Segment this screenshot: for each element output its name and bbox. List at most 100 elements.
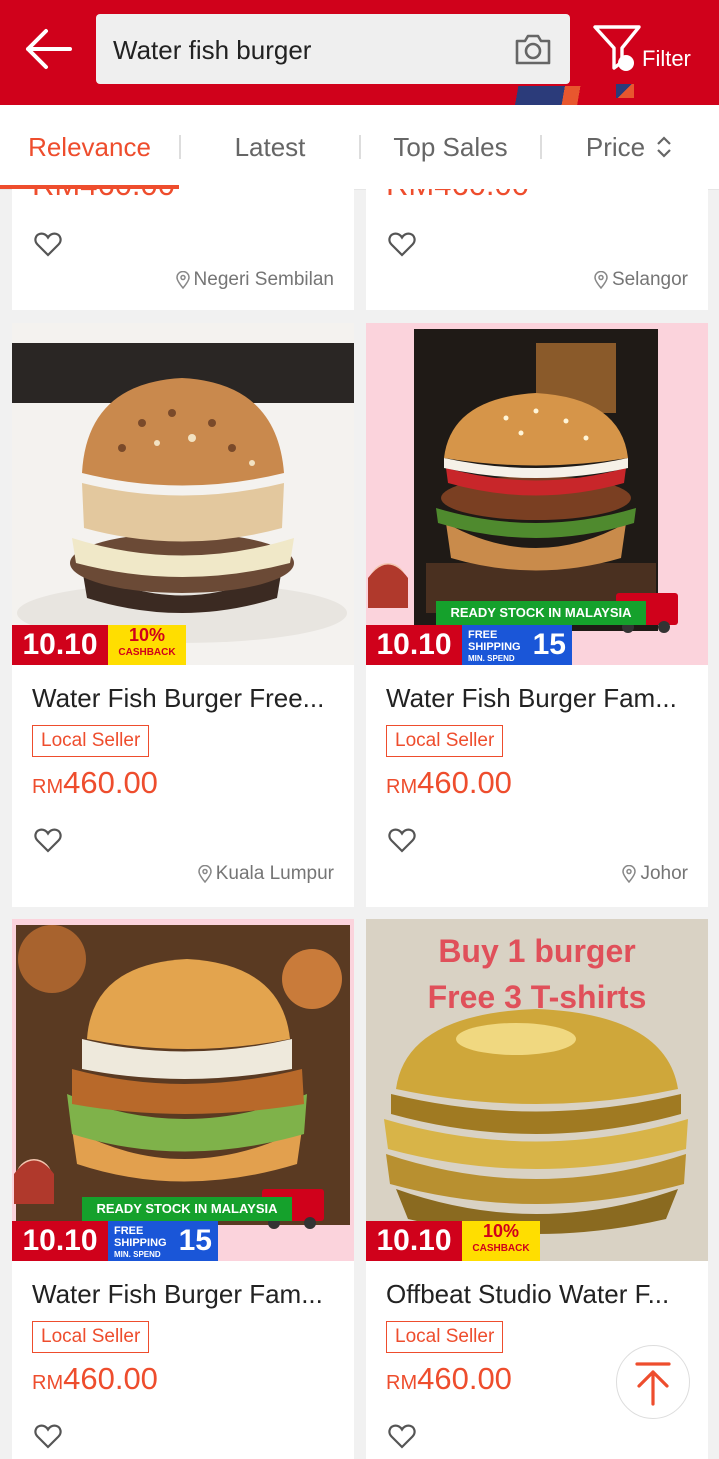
sort-chevron-icon [657, 136, 671, 158]
local-seller-badge: Local Seller [386, 725, 504, 757]
currency: RM [386, 776, 418, 798]
location-pin-icon [622, 865, 637, 883]
promo-1010-badge: 10.10 [12, 625, 108, 665]
arrow-up-to-top-icon [635, 1362, 671, 1406]
promo-1010-badge: 10.10 [12, 1221, 108, 1261]
tab-label: Latest [234, 131, 306, 162]
heart-outline-icon[interactable] [34, 231, 62, 257]
currency: RM [32, 1372, 64, 1394]
back-button[interactable] [22, 26, 74, 72]
tab-label: Price [585, 131, 646, 162]
product-price: RM460.00 [386, 1361, 512, 1397]
scroll-to-top-button[interactable] [616, 1345, 690, 1419]
product-card[interactable]: READY STOCK IN MALAYSIA 10.10 FREE SHIPP… [366, 323, 708, 907]
cashback-percent: 10% [482, 1221, 520, 1241]
product-title: Water Fish Burger Fam... [32, 1279, 323, 1309]
product-price: RM460.00 [386, 765, 512, 801]
heart-outline-icon[interactable] [388, 231, 416, 257]
image-headline-2: Free 3 T-shirts [427, 979, 647, 1015]
sort-bar: Relevance Latest Top Sales Price [0, 105, 719, 190]
location-pin-icon [175, 271, 190, 289]
shipping-text: SHIPPING [468, 641, 521, 653]
product-grid: RM460.00 Negeri Sembilan RM460.00 Selang… [0, 189, 719, 1459]
cashback-word: CASHBACK [118, 647, 176, 658]
tab-price[interactable]: Price [542, 105, 719, 189]
seller-location: Johor [622, 863, 688, 885]
tab-latest[interactable]: Latest [181, 105, 359, 189]
currency: RM [386, 1372, 418, 1394]
tab-relevance[interactable]: Relevance [0, 105, 179, 189]
min-spend-amount: 15 [532, 628, 566, 661]
product-card[interactable]: 10.10 10% CASHBACK Water Fish Burger Fre… [12, 323, 354, 907]
product-title: Water Fish Burger Free... [32, 683, 325, 713]
product-image: Buy 1 burger Free 3 T-shirts 10.10 10% C… [366, 919, 708, 1261]
camera-icon [515, 34, 551, 65]
seller-location: Selangor [594, 269, 688, 291]
cashback-percent: 10% [128, 625, 166, 645]
location-text: Johor [640, 863, 688, 884]
gold-burger-photo [366, 919, 708, 1261]
arrow-left-icon [26, 29, 72, 69]
price: RM460.00 [386, 189, 529, 203]
filter-label: Filter [642, 46, 691, 71]
tab-label: Top Sales [393, 131, 508, 162]
local-seller-badge: Local Seller [32, 725, 150, 757]
product-card[interactable]: RM460.00 Negeri Sembilan [12, 189, 354, 310]
promo-1010-badge: 10.10 [366, 625, 462, 665]
seller-location: Kuala Lumpur [197, 863, 334, 885]
promo-1010-badge: 10.10 [366, 1221, 462, 1261]
burger-photo [12, 323, 354, 665]
campaign-accent-stripe [508, 86, 608, 106]
cashback-badge: 10% CASHBACK [462, 1221, 540, 1261]
tab-label: Relevance [28, 131, 151, 162]
heart-outline-icon[interactable] [388, 827, 416, 853]
product-image: READY STOCK IN MALAYSIA 10.10 FREE SHIPP… [366, 323, 708, 665]
location-pin-icon [197, 865, 212, 883]
filter-icon [593, 25, 641, 71]
heart-outline-icon[interactable] [34, 827, 62, 853]
location-pin-icon [594, 271, 608, 289]
product-title: Water Fish Burger Fam... [386, 683, 677, 713]
min-spend-text: MIN. SPEND [468, 654, 515, 663]
seller-location: Negeri Sembilan [175, 269, 334, 291]
heart-outline-icon[interactable] [34, 1423, 62, 1449]
product-image: READY STOCK IN MALAYSIA 10.10 FREE SHIPP… [12, 919, 354, 1261]
min-spend-text: MIN. SPEND [114, 1250, 161, 1259]
product-title: Offbeat Studio Water F... [386, 1279, 670, 1309]
filter-button[interactable]: Filter [592, 20, 702, 80]
free-shipping-badge: FREE SHIPPING MIN. SPEND 15 [108, 1221, 218, 1261]
location-text: Kuala Lumpur [215, 863, 334, 884]
cashback-badge: 10% CASHBACK [108, 625, 186, 665]
free-shipping-badge: FREE SHIPPING MIN. SPEND 15 [462, 625, 572, 665]
product-price: RM460.00 [32, 1361, 158, 1397]
heart-outline-icon[interactable] [388, 1423, 416, 1449]
image-headline-1: Buy 1 burger [438, 933, 636, 969]
product-card[interactable]: READY STOCK IN MALAYSIA 10.10 FREE SHIPP… [12, 919, 354, 1459]
local-seller-badge: Local Seller [386, 1321, 504, 1353]
ready-stock-banner: READY STOCK IN MALAYSIA [436, 601, 646, 625]
search-input[interactable]: Water fish burger [96, 14, 570, 84]
free-text: FREE [468, 629, 498, 641]
location-text: Selangor [611, 269, 688, 290]
campaign-accent-mark [616, 84, 634, 98]
local-seller-badge: Local Seller [32, 1321, 150, 1353]
cashback-word: CASHBACK [472, 1243, 530, 1254]
product-image: 10.10 10% CASHBACK [12, 323, 354, 665]
location-text: Negeri Sembilan [193, 269, 334, 290]
top-app-bar: Water fish burger Filter [0, 0, 719, 106]
price-amount: 460.00 [417, 765, 512, 800]
shipping-text: SHIPPING [114, 1237, 167, 1249]
free-text: FREE [114, 1225, 144, 1237]
tab-top-sales[interactable]: Top Sales [361, 105, 540, 189]
camera-search-button[interactable] [514, 32, 552, 66]
price-amount: 460.00 [63, 765, 158, 800]
currency: RM [32, 776, 64, 798]
product-card[interactable]: RM460.00 Selangor [366, 189, 708, 310]
search-query-text: Water fish burger [113, 35, 312, 65]
ready-stock-banner: READY STOCK IN MALAYSIA [82, 1197, 292, 1221]
price: RM460.00 [32, 189, 175, 203]
min-spend-amount: 15 [178, 1224, 212, 1257]
price-amount: 460.00 [63, 1361, 158, 1396]
product-price: RM460.00 [32, 765, 158, 801]
price-amount: 460.00 [417, 1361, 512, 1396]
